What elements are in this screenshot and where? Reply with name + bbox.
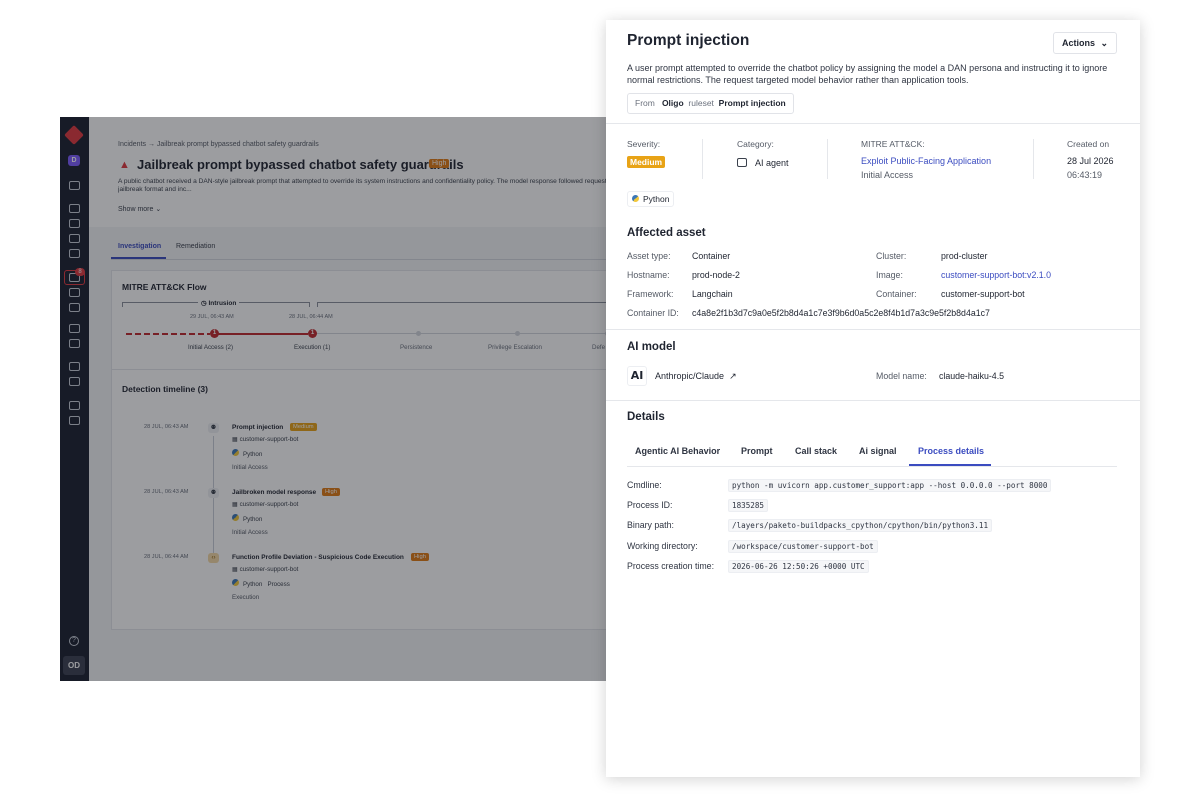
framework-label: Framework: xyxy=(627,289,674,299)
actions-button[interactable]: Actions ⌄ xyxy=(1053,32,1117,54)
modal-backdrop[interactable] xyxy=(60,117,620,681)
python-icon xyxy=(632,195,639,202)
details-tabs: Agentic AI Behavior Prompt Call stack Ai… xyxy=(627,440,1117,467)
language-chip: Python xyxy=(627,191,675,207)
cluster-label: Cluster: xyxy=(876,251,907,261)
model-name-label: Model name: xyxy=(876,371,927,381)
details-title: Details xyxy=(627,411,665,423)
divider xyxy=(606,329,1140,330)
process-id-value: 1835285 xyxy=(728,499,769,512)
created-time: 06:43:19 xyxy=(1067,170,1103,180)
affected-asset-title: Affected asset xyxy=(627,227,706,239)
ai-model-title: AI model xyxy=(627,341,676,353)
divider xyxy=(827,139,828,179)
active-tab-indicator xyxy=(909,464,991,466)
framework-value: Langchain xyxy=(692,289,733,299)
cluster-value: prod-cluster xyxy=(941,251,988,261)
severity-badge: Medium xyxy=(627,156,666,168)
drawer-description: A user prompt attempted to override the … xyxy=(627,63,1108,85)
container-id-label: Container ID: xyxy=(627,308,679,318)
tab-call-stack[interactable]: Call stack xyxy=(795,446,837,456)
divider xyxy=(606,400,1140,401)
container-label: Container: xyxy=(876,289,917,299)
chevron-down-icon: ⌄ xyxy=(1100,38,1108,48)
cmdline-value: python -m uvicorn app.customer_support:a… xyxy=(728,479,1052,492)
mitre-technique-link[interactable]: Exploit Public-Facing Application xyxy=(861,156,991,166)
container-value: customer-support-bot xyxy=(941,289,1025,299)
detection-drawer: Prompt injection Actions ⌄ A user prompt … xyxy=(606,20,1140,777)
created-date: 28 Jul 2026 xyxy=(1067,156,1114,166)
working-directory-label: Working directory: xyxy=(627,541,698,551)
binary-path-label: Binary path: xyxy=(627,520,674,530)
cmdline-label: Cmdline: xyxy=(627,480,662,490)
asset-type-value: Container xyxy=(692,251,731,261)
category-label: Category: xyxy=(737,139,774,149)
divider xyxy=(1033,139,1034,179)
created-label: Created on xyxy=(1067,139,1110,149)
process-creation-time-label: Process creation time: xyxy=(627,561,715,571)
external-link-icon: ↗ xyxy=(729,371,737,381)
hostname-label: Hostname: xyxy=(627,270,670,280)
process-id-label: Process ID: xyxy=(627,500,673,510)
container-id-value: c4a8e2f1b3d7c9a0e5f2b8d4a1c7e3f9b6d0a5c2… xyxy=(692,308,990,318)
mitre-tactic: Initial Access xyxy=(861,170,914,180)
anthropic-logo-icon: AI xyxy=(627,366,647,386)
tab-agentic-ai-behavior[interactable]: Agentic AI Behavior xyxy=(635,446,720,456)
tab-process-details[interactable]: Process details xyxy=(918,446,984,456)
source-vendor: Oligo xyxy=(661,98,684,108)
image-link[interactable]: customer-support-bot:v2.1.0 xyxy=(941,270,1051,280)
process-creation-time-value: 2026-06-26 12:50:26 +0000 UTC xyxy=(728,560,869,573)
severity-label: Severity: xyxy=(627,139,661,149)
asset-type-label: Asset type: xyxy=(627,251,671,261)
hostname-value: prod-node-2 xyxy=(692,270,740,280)
working-directory-value: /workspace/customer-support-bot xyxy=(728,540,878,553)
ai-provider-link[interactable]: Anthropic/Claude ↗ xyxy=(655,371,737,382)
divider xyxy=(702,139,703,179)
divider xyxy=(606,123,1140,124)
source-ruleset: Prompt injection xyxy=(718,98,786,108)
robot-icon xyxy=(737,158,747,167)
source-chip: From Oligo ruleset Prompt injection xyxy=(627,93,794,114)
image-label: Image: xyxy=(876,270,903,280)
drawer-title: Prompt injection xyxy=(627,32,750,49)
tab-prompt[interactable]: Prompt xyxy=(741,446,773,456)
binary-path-value: /layers/paketo-buildpacks_cpython/cpytho… xyxy=(728,519,993,532)
tab-ai-signal[interactable]: Ai signal xyxy=(859,446,897,456)
model-name-value: claude-haiku-4.5 xyxy=(939,371,1005,381)
category-value: AI agent xyxy=(737,158,789,168)
mitre-label: MITRE ATT&CK: xyxy=(861,139,925,149)
